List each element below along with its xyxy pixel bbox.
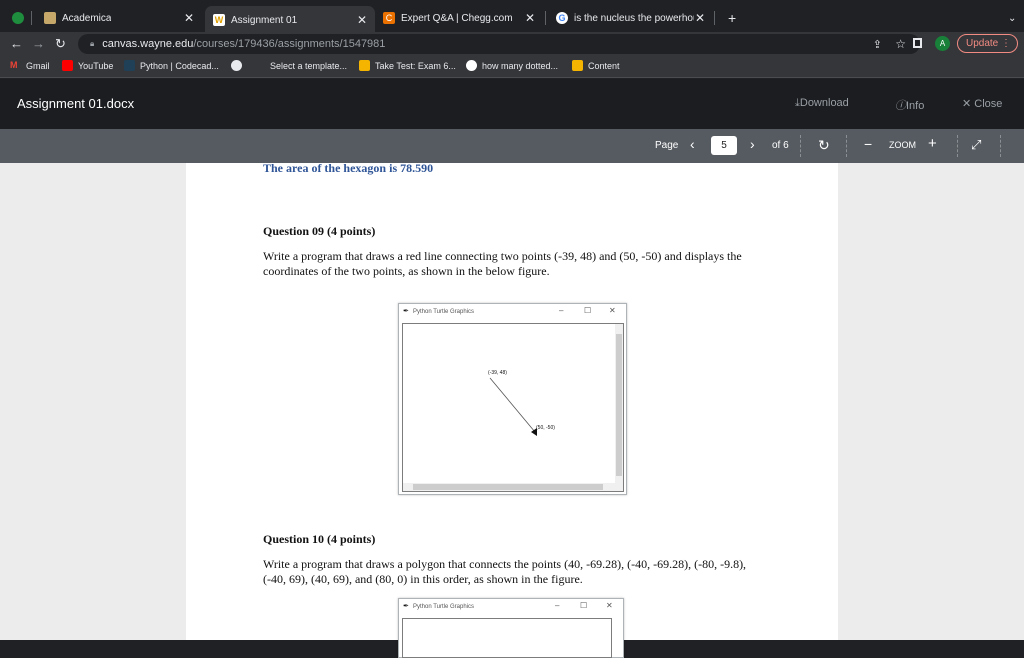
back-icon[interactable]: ←	[10, 36, 23, 51]
hexagon-area-text: The area of the hexagon is 78.590	[263, 161, 434, 175]
close-tab-icon[interactable]: ✕	[184, 11, 194, 25]
more-menu-icon: ⋮	[1001, 38, 1011, 49]
bookmark-content[interactable]: Content	[572, 60, 620, 71]
tab-google-search[interactable]: G is the nucleus the powerhouse ✕	[548, 6, 713, 30]
close-tab-icon[interactable]: ✕	[695, 11, 705, 25]
bookmark-how-many-dotted[interactable]: how many dotted...	[466, 60, 558, 71]
zoom-in-icon[interactable]: +	[928, 135, 937, 152]
tab-chegg[interactable]: C Expert Q&A | Chegg.com ✕	[375, 6, 543, 30]
shield-extension-icon[interactable]	[4, 6, 24, 30]
zoom-label: ZOOM	[889, 140, 916, 150]
page-number-input[interactable]: 5	[711, 136, 737, 155]
avatar[interactable]: A	[935, 36, 950, 51]
close-icon: ✕	[962, 98, 975, 110]
browser-tab-strip: Academica ✕ W Assignment 01 ✕ C Expert Q…	[0, 0, 1024, 34]
page-total: of 6	[772, 140, 789, 151]
reload-icon[interactable]: ↻	[55, 36, 66, 52]
close-tab-icon[interactable]: ✕	[357, 13, 367, 27]
fullscreen-icon[interactable]: ⤢	[971, 137, 981, 153]
vertical-scrollbar	[616, 334, 622, 476]
extension-square-icon[interactable]	[913, 38, 922, 48]
maximize-icon: ☐	[584, 306, 592, 315]
bookmark-globe[interactable]	[231, 60, 247, 71]
update-button[interactable]: Update ⋮	[957, 34, 1018, 53]
connecting-line	[489, 377, 536, 433]
academica-favicon-icon	[44, 12, 56, 24]
bookmark-select-template[interactable]: Select a template...	[254, 60, 347, 71]
turtle-canvas: (-39, 48) (50, -50)	[402, 323, 624, 492]
previous-page-icon[interactable]: ‹	[690, 136, 695, 152]
close-tab-icon[interactable]: ✕	[525, 11, 535, 25]
document-canvas[interactable]: The area of the hexagon is 78.590 Questi…	[0, 161, 1024, 658]
address-toolbar: ← → ↻ 🔒︎ canvas.wayne.edu/courses/179436…	[0, 32, 1024, 56]
question-10-heading: Question 10 (4 points)	[263, 532, 376, 546]
youtube-icon	[62, 60, 73, 71]
bookmark-take-test[interactable]: Take Test: Exam 6...	[359, 60, 456, 71]
page-label: Page	[655, 140, 679, 151]
chegg-favicon-icon: C	[383, 12, 395, 24]
share-icon[interactable]: ⇪	[873, 38, 882, 51]
minimize-icon: –	[555, 601, 560, 610]
info-icon: ⓘ	[895, 100, 906, 112]
new-tab-button[interactable]: +	[720, 6, 740, 30]
codecademy-icon	[124, 60, 135, 71]
next-page-icon[interactable]: ›	[750, 136, 755, 152]
rotate-icon[interactable]: ↻	[818, 137, 830, 154]
document-page: The area of the hexagon is 78.590 Questi…	[186, 161, 838, 658]
pencil-icon	[572, 60, 583, 71]
bookmark-gmail[interactable]: M Gmail	[10, 60, 50, 71]
bookmark-youtube[interactable]: YouTube	[62, 60, 113, 71]
question-9-heading: Question 09 (4 points)	[263, 224, 376, 238]
document-title: Assignment 01.docx	[17, 96, 135, 111]
download-button[interactable]: ⤓Download	[795, 97, 849, 110]
document-toolbar: Page ‹ 5 › of 6 ↻ − ZOOM + ⤢	[0, 129, 1024, 163]
bookmarks-bar: M Gmail YouTube Python | Codecad... Selec…	[0, 56, 1024, 78]
pencil-icon	[359, 60, 370, 71]
tab-search-chevron-icon[interactable]: ⌄	[1000, 6, 1018, 30]
window-close-icon: ✕	[609, 306, 616, 315]
bookmark-python-codecademy[interactable]: Python | Codecad...	[124, 60, 219, 71]
google-icon	[466, 60, 477, 71]
forward-icon[interactable]: →	[32, 36, 45, 51]
url-field[interactable]: 🔒︎ canvas.wayne.edu/courses/179436/assig…	[78, 34, 920, 54]
minimize-icon: –	[559, 306, 564, 315]
point-1-label: (-39, 48)	[488, 370, 507, 376]
gmail-icon: M	[10, 60, 18, 70]
tab-assignment-01[interactable]: W Assignment 01 ✕	[205, 6, 375, 34]
point-2-label: (50, -50)	[536, 425, 555, 431]
feather-icon: ✒︎	[403, 602, 409, 610]
document-viewer-header: Assignment 01.docx ⤓Download ⓘInfo ✕ Clo…	[0, 79, 1024, 129]
close-button[interactable]: ✕ Close	[962, 97, 1002, 110]
zoom-out-icon[interactable]: −	[864, 136, 872, 152]
turtle-window-figure-2: ✒︎ Python Turtle Graphics – ☐ ✕	[398, 598, 624, 658]
horizontal-scrollbar	[413, 484, 603, 490]
question-9-text: Write a program that draws a red line co…	[263, 249, 742, 278]
turtle-canvas	[402, 618, 612, 658]
maximize-icon: ☐	[580, 601, 588, 610]
word-favicon-icon: W	[213, 14, 225, 26]
info-button[interactable]: ⓘInfo	[895, 97, 924, 113]
question-10-text: Write a program that draws a polygon tha…	[263, 557, 747, 586]
feather-icon: ✒︎	[403, 307, 409, 315]
template-icon	[254, 60, 265, 71]
tab-academica[interactable]: Academica ✕	[36, 6, 202, 30]
bookmark-star-icon[interactable]: ☆	[895, 37, 906, 51]
window-close-icon: ✕	[606, 601, 613, 610]
google-favicon-icon: G	[556, 12, 568, 24]
globe-icon	[231, 60, 242, 71]
turtle-window-figure-1: ✒︎ Python Turtle Graphics – ☐ ✕ (-39, 48…	[398, 303, 627, 495]
lock-icon: 🔒︎	[90, 39, 95, 48]
